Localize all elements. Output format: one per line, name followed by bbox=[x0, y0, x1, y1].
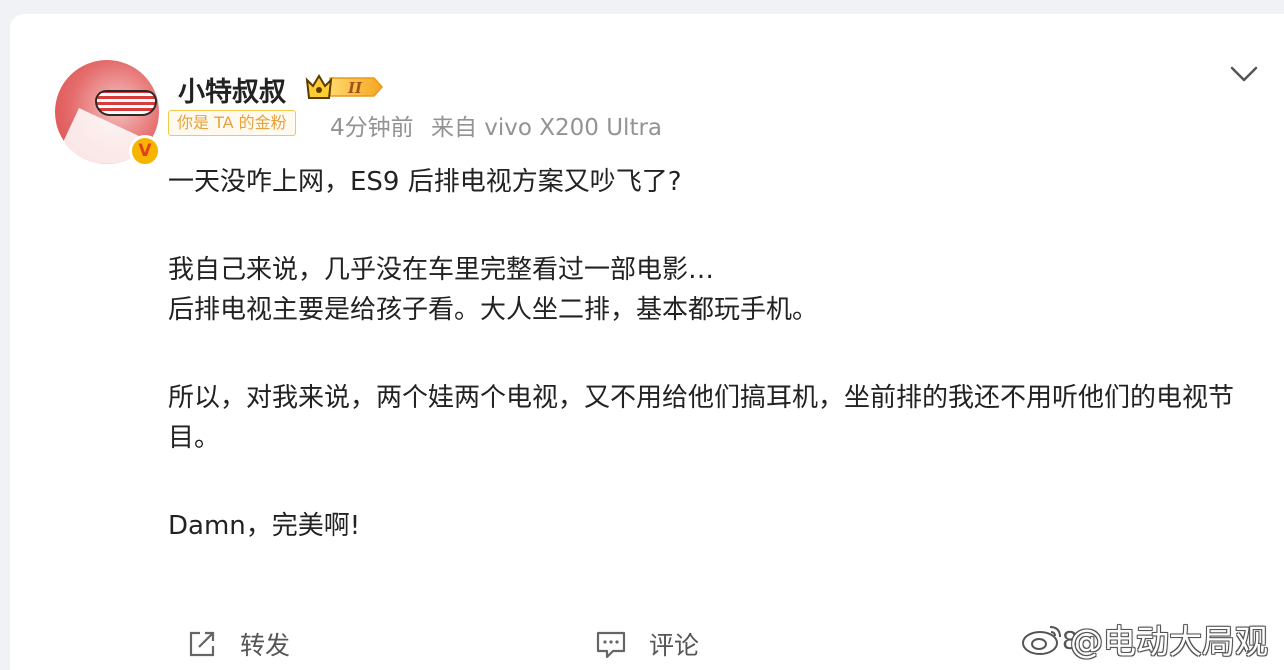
repost-icon bbox=[189, 631, 215, 657]
crown-icon[interactable]: II bbox=[304, 72, 384, 102]
fan-tag: 你是 TA 的金粉 bbox=[168, 110, 296, 136]
repost-label: 转发 bbox=[240, 631, 291, 660]
content-line: Damn，完美啊! bbox=[168, 511, 361, 541]
verified-badge: V bbox=[129, 135, 161, 167]
post-time[interactable]: 4分钟前 bbox=[330, 115, 414, 141]
post-content: 一天没咋上网，ES9 后排电视方案又吵飞了? 我自己来说，几乎没在车里完整看过一… bbox=[168, 162, 1248, 546]
avatar-glasses bbox=[95, 90, 157, 116]
weibo-logo-icon bbox=[1022, 626, 1061, 655]
post-meta: 4分钟前 来自 vivo X200 Ultra bbox=[330, 108, 662, 142]
content-line: 所以，对我来说，两个娃两个电视，又不用给他们搞耳机，坐前排的我还不用听他们的电视… bbox=[168, 383, 1235, 453]
content-line: 我自己来说，几乎没在车里完整看过一部电影… bbox=[168, 255, 715, 285]
author-name[interactable]: 小特叔叔 bbox=[178, 70, 286, 109]
watermark-text: @电动大局观 bbox=[1070, 622, 1268, 661]
comment-button[interactable]: 评论 bbox=[595, 626, 699, 662]
content-line: 一天没咋上网，ES9 后排电视方案又吵飞了? bbox=[168, 167, 682, 197]
watermark: @电动大局观 bbox=[1020, 615, 1268, 663]
post-source: 来自 vivo X200 Ultra bbox=[430, 115, 663, 141]
content-line: 后排电视主要是给孩子看。大人坐二排，基本都玩手机。 bbox=[168, 295, 819, 325]
chevron-down-icon[interactable] bbox=[1228, 62, 1260, 86]
comment-label: 评论 bbox=[649, 631, 700, 660]
repost-button[interactable]: 转发 bbox=[186, 626, 290, 662]
level-badge-text: II bbox=[347, 79, 363, 97]
comment-icon bbox=[596, 631, 626, 659]
